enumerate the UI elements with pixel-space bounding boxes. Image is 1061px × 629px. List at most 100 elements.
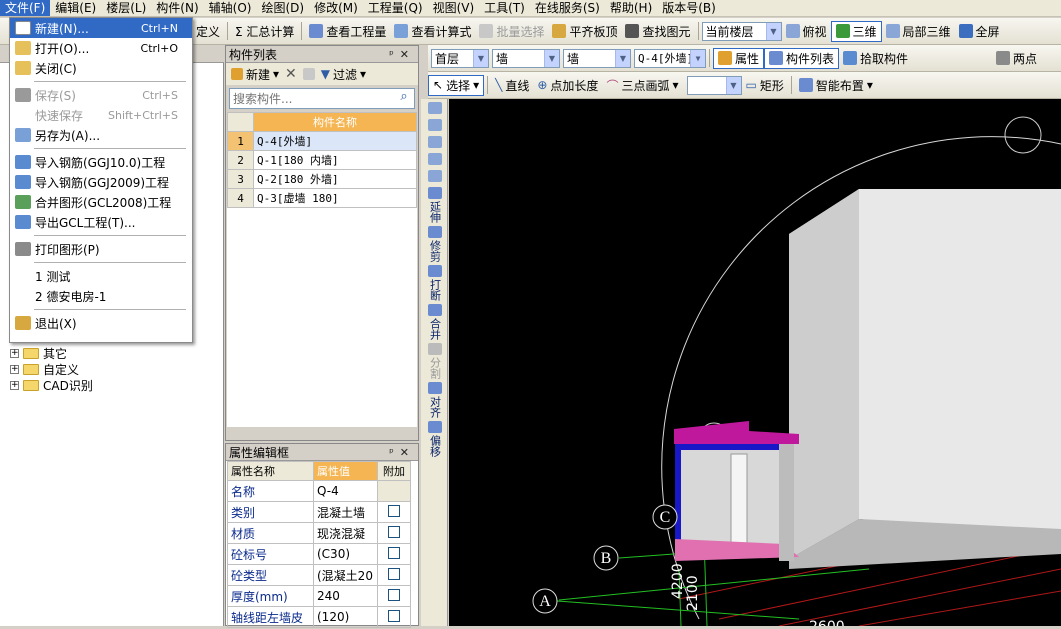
view-formula-button[interactable]: 查看计算式	[390, 21, 475, 42]
pick-component-button[interactable]: 拾取构件	[839, 48, 912, 69]
component-name[interactable]: Q-3[虚墙 180]	[253, 188, 417, 208]
split-tool[interactable]: 分割	[421, 340, 448, 379]
file-menu-item[interactable]: 另存为(A)...	[10, 125, 192, 145]
copy-tool[interactable]	[421, 116, 448, 133]
element-type-combo[interactable]: 墙 ▼	[492, 48, 560, 68]
line-button[interactable]: ╲ 直线	[491, 75, 533, 96]
properties-button[interactable]: 属性	[713, 47, 765, 69]
three-d-button[interactable]: 三维	[830, 20, 882, 42]
merge-tool[interactable]: 合并	[421, 301, 448, 340]
view-quantity-button[interactable]: 查看工程量	[305, 21, 390, 42]
table-row[interactable]: 1 Q-4[外墙]	[227, 131, 417, 151]
menu-item[interactable]: 构件(N)	[151, 0, 203, 16]
align-tool[interactable]: 对齐	[421, 379, 448, 418]
property-value[interactable]: (120)	[313, 606, 378, 628]
three-point-arc-button[interactable]: ⌒ 三点画弧 ▾	[602, 75, 682, 96]
three-d-view[interactable]: A B C 4200 2100 2600	[449, 99, 1061, 629]
summary-button[interactable]: Σ 汇总计算	[231, 21, 298, 42]
file-menu-item[interactable]: 导出GCL工程(T)...	[10, 212, 192, 232]
property-row[interactable]: 名称 Q-4	[227, 480, 411, 502]
table-row[interactable]: 4 Q-3[虚墙 180]	[227, 188, 417, 208]
arc-mode-combo[interactable]: ▼	[686, 75, 742, 95]
file-menu-item[interactable]: 2 德安电房-1	[10, 286, 192, 306]
menu-item[interactable]: 修改(M)	[309, 0, 363, 16]
smart-layout-button[interactable]: 智能布置 ▾	[795, 75, 877, 96]
break-tool[interactable]: 打断	[421, 262, 448, 301]
mirror-tool[interactable]	[421, 133, 448, 150]
property-row[interactable]: 轴线距左墙皮 (120)	[227, 606, 411, 628]
batch-select-button[interactable]: 批量选择	[475, 21, 548, 42]
move-tool[interactable]	[421, 150, 448, 167]
point-length-button[interactable]: ⊕ 点加长度	[533, 75, 602, 96]
menu-item[interactable]: 视图(V)	[428, 0, 480, 16]
file-menu-item[interactable]: 1 测试	[10, 266, 192, 286]
property-row[interactable]: 厚度(mm) 240	[227, 585, 411, 607]
menu-item[interactable]: 编辑(E)	[50, 0, 101, 16]
file-menu-item[interactable]: 打开(O)... Ctrl+O	[10, 38, 192, 58]
rotate-tool[interactable]	[421, 167, 448, 184]
component-list-button[interactable]: 构件列表	[764, 47, 840, 69]
property-value[interactable]: 混凝土墙	[313, 501, 378, 523]
offset-tool[interactable]: 偏移	[421, 418, 448, 457]
flat-slab-top-button[interactable]: 平齐板顶	[548, 21, 621, 42]
menu-item[interactable]: 楼层(L)	[101, 0, 151, 16]
menu-item[interactable]: 版本号(B)	[657, 0, 721, 16]
property-row[interactable]: 材质 现浇混凝	[227, 522, 411, 544]
additional-checkbox[interactable]	[388, 609, 400, 622]
brush-tool[interactable]	[421, 99, 448, 116]
full-screen-button[interactable]: 全屏	[955, 21, 1004, 42]
extend-tool[interactable]: 延伸	[421, 184, 448, 223]
tree-node-cad[interactable]: + CAD识别	[10, 377, 93, 393]
trim-tool[interactable]: 修剪	[421, 223, 448, 262]
filter-button[interactable]: ▼ 过滤 ▾	[321, 64, 366, 85]
search-icon[interactable]: ⌕	[394, 89, 414, 108]
menu-item[interactable]: 工具(T)	[479, 0, 530, 16]
table-row[interactable]: 2 Q-1[180 内墙]	[227, 150, 417, 170]
property-value[interactable]: Q-4	[313, 480, 378, 502]
additional-checkbox[interactable]	[388, 525, 400, 538]
rectangle-button[interactable]: ▭ 矩形	[742, 75, 788, 96]
file-menu-item[interactable]: 新建(N)... Ctrl+N	[10, 18, 192, 38]
additional-checkbox[interactable]	[388, 504, 400, 517]
select-button[interactable]: ↖ 选择 ▾	[428, 74, 485, 96]
component-name[interactable]: Q-1[180 内墙]	[253, 150, 417, 170]
search-input[interactable]	[230, 89, 394, 108]
drawing-canvas[interactable]: A B C 4200 2100 2600	[449, 99, 1061, 629]
local-3d-button[interactable]: 局部三维	[882, 21, 955, 42]
property-row[interactable]: 类别 混凝土墙	[227, 501, 411, 523]
file-menu-item[interactable]: 导入钢筋(GGJ10.0)工程	[10, 152, 192, 172]
file-menu-item[interactable]: 关闭(C)	[10, 58, 192, 78]
file-menu-item[interactable]: 打印图形(P)	[10, 239, 192, 259]
menu-item[interactable]: 辅轴(O)	[204, 0, 257, 16]
component-name[interactable]: Q-2[180 外墙]	[253, 169, 417, 189]
tree-node-other[interactable]: + 其它	[10, 345, 67, 361]
property-value[interactable]: 240	[313, 585, 378, 607]
property-row[interactable]: 砼标号 (C30)	[227, 543, 411, 565]
table-row[interactable]: 3 Q-2[180 外墙]	[227, 169, 417, 189]
menu-item[interactable]: 绘图(D)	[256, 0, 309, 16]
menu-item[interactable]: 文件(F)	[0, 0, 51, 16]
expand-icon[interactable]: +	[10, 348, 19, 358]
additional-checkbox[interactable]	[388, 567, 400, 580]
file-menu-item[interactable]: 退出(X)	[10, 313, 192, 333]
property-row[interactable]: 砼类型 (混凝土20	[227, 564, 411, 586]
panel-controls[interactable]: ᵖ✕	[389, 48, 415, 61]
property-value[interactable]: (C30)	[313, 543, 378, 565]
additional-checkbox[interactable]	[388, 546, 400, 559]
file-menu-item[interactable]: 导入钢筋(GGJ2009)工程	[10, 172, 192, 192]
menu-item[interactable]: 帮助(H)	[605, 0, 657, 16]
element-combo[interactable]: Q-4[外墙] ▼	[634, 48, 706, 68]
expand-icon[interactable]: +	[10, 364, 19, 374]
file-menu-item[interactable]: 快速保存 Shift+Ctrl+S	[10, 105, 192, 125]
floor-combo[interactable]: 首层 ▼	[431, 48, 489, 68]
file-menu-item[interactable]: 合并图形(GCL2008)工程	[10, 192, 192, 212]
tree-node-custom[interactable]: + 自定义	[10, 361, 79, 377]
copy-icon[interactable]	[302, 68, 315, 80]
top-view-button[interactable]: 俯视	[782, 21, 831, 42]
menu-item[interactable]: 在线服务(S)	[530, 0, 605, 16]
expand-icon[interactable]: +	[10, 380, 19, 390]
additional-checkbox[interactable]	[388, 588, 400, 601]
menu-item[interactable]: 工程量(Q)	[363, 0, 428, 16]
property-value[interactable]: 现浇混凝	[313, 522, 378, 544]
floor-select[interactable]: 当前楼层 ▼	[701, 21, 782, 41]
